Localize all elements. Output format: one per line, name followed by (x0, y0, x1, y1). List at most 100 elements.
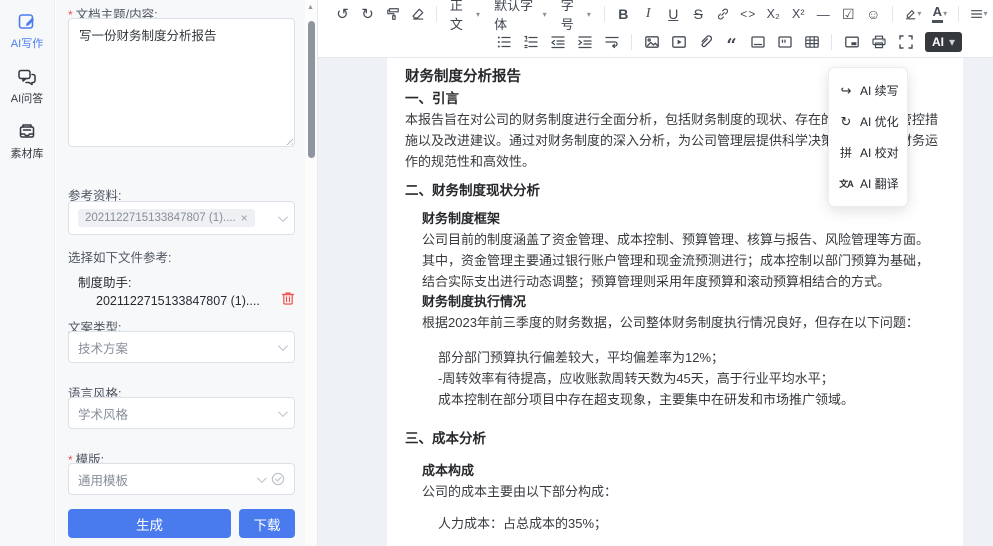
editor-toolbar: ↺ ↻ 正文▾ 默认字体▾ (318, 0, 993, 58)
menu-item-ai-continue[interactable]: ↪ AI 续写 (835, 75, 901, 106)
chevron-down-icon (257, 473, 267, 483)
undo-icon[interactable]: ↺ (334, 3, 352, 25)
chevron-down-icon (278, 407, 288, 417)
video-icon[interactable] (669, 31, 689, 53)
trash-icon (281, 291, 295, 306)
outdent-icon[interactable] (548, 31, 568, 53)
write-icon (17, 12, 37, 32)
embed-icon[interactable] (842, 31, 862, 53)
doc-paragraph-line: 公司的成本主要由以下部分构成： (422, 481, 945, 502)
copy-type-select[interactable]: 技术方案 (68, 331, 295, 363)
file-group-label: 制度助手: (78, 272, 295, 291)
highlight-pen-icon[interactable]: ▾ (902, 3, 923, 25)
doc-list-item: 成本控制在部分项目中存在超支现象，主要集中在研发和市场推广领域。 (438, 389, 945, 410)
reference-file-name: 2021122715133847807 (1).... (68, 294, 281, 308)
chevron-down-icon (278, 341, 288, 351)
italic-button[interactable]: I (639, 3, 657, 25)
doc-heading-framework: 财务制度框架 (422, 209, 945, 229)
editor-area: ↺ ↻ 正文▾ 默认字体▾ (318, 0, 993, 546)
bold-button[interactable]: B (614, 3, 632, 25)
panel-scrollbar: ▲ (305, 0, 318, 546)
sidebar-item-ai-writing[interactable]: AI写作 (0, 12, 54, 51)
indent-icon[interactable] (575, 31, 595, 53)
font-color-icon[interactable]: A▾ (930, 3, 948, 25)
reference-select[interactable]: 2021122715133847807 (1).... × (68, 201, 295, 235)
doc-list-item: 人力成本：占总成本的35%； (438, 513, 945, 534)
inline-code-button[interactable]: <> (739, 3, 757, 25)
scrollbar-thumb[interactable] (308, 21, 315, 158)
language-style-select[interactable]: 学术风格 (68, 397, 295, 429)
doc-heading-cost-structure: 成本构成 (422, 461, 945, 481)
blockquote-icon[interactable]: “ (723, 31, 741, 53)
superscript-button[interactable]: X² (789, 3, 807, 25)
app-root: AI写作 AI问答 素材库 *文档主题/内容: 写一份财务制度分析报 (0, 0, 993, 546)
code-block-icon[interactable] (775, 31, 795, 53)
chevron-down-icon (278, 212, 288, 222)
sidebar-item-label: AI问答 (11, 90, 43, 106)
ai-proofread-icon: 拼 (838, 144, 854, 161)
todo-checkbox-icon[interactable]: ☑ (839, 3, 857, 25)
caret-down-icon: ▾ (587, 10, 591, 19)
subscript-button[interactable]: X₂ (764, 3, 782, 25)
sidebar-item-label: 素材库 (11, 145, 44, 161)
caret-down-icon: ▾ (943, 10, 947, 18)
emoji-icon[interactable]: ☺ (864, 3, 882, 25)
menu-item-ai-proofread[interactable]: 拼 AI 校对 (835, 137, 901, 168)
doc-paragraph-line: 公司目前的制度涵盖了资金管理、成本控制、预算管理、核算与报告、风险管理等方面。 (422, 229, 945, 250)
sidebar-item-library[interactable]: 素材库 (0, 122, 54, 161)
print-icon[interactable] (869, 31, 889, 53)
chat-icon (17, 67, 37, 87)
divider-block-icon[interactable] (748, 31, 768, 53)
ordered-list-icon[interactable] (521, 31, 541, 53)
doc-heading-cost: 三、成本分析 (405, 428, 945, 449)
paragraph-style-dropdown[interactable]: 正文▾ (450, 0, 480, 33)
doc-paragraph-line: 根据2023年前三季度的财务数据，公司整体财务制度执行情况良好，但存在以下问题： (422, 312, 945, 333)
scroll-up-arrow[interactable]: ▲ (307, 4, 314, 11)
download-button[interactable]: 下载 (239, 509, 295, 538)
table-icon[interactable] (802, 31, 822, 53)
eraser-icon[interactable] (409, 3, 427, 25)
ai-optimize-icon: ↻ (838, 114, 854, 130)
redo-icon[interactable]: ↻ (359, 3, 377, 25)
template-select[interactable]: 通用模板 (68, 463, 295, 495)
nav-rail: AI写作 AI问答 素材库 (0, 0, 55, 546)
caret-down-icon: ▾ (949, 35, 955, 49)
horizontal-rule-icon[interactable]: — (814, 3, 832, 25)
image-icon[interactable] (642, 31, 662, 53)
font-size-dropdown[interactable]: 字号▾ (561, 0, 591, 33)
menu-item-ai-translate[interactable]: 文A AI 翻译 (835, 168, 901, 199)
doc-heading-execution: 财务制度执行情况 (422, 292, 945, 312)
font-family-dropdown[interactable]: 默认字体▾ (494, 0, 547, 33)
ai-continue-icon: ↪ (838, 83, 854, 99)
caret-down-icon: ▾ (476, 10, 480, 19)
delete-file-button[interactable] (281, 291, 295, 311)
fullscreen-icon[interactable] (896, 31, 916, 53)
attachment-icon[interactable] (696, 31, 716, 53)
ai-dropdown-button[interactable]: AI▾ (925, 32, 962, 52)
caret-down-icon: ▾ (543, 10, 547, 19)
first-line-indent-icon[interactable] (602, 31, 622, 53)
file-section-label: 选择如下文件参考: (68, 247, 295, 266)
menu-item-ai-optimize[interactable]: ↻ AI 优化 (835, 106, 901, 137)
format-painter-icon[interactable] (384, 3, 402, 25)
validated-check-icon (271, 472, 285, 486)
topic-input[interactable]: 写一份财务制度分析报告 (68, 18, 295, 147)
writing-settings-panel: *文档主题/内容: 写一份财务制度分析报告 参考资料: 202112271513… (56, 0, 305, 546)
ai-dropdown-menu: ↪ AI 续写 ↻ AI 优化 拼 AI 校对 文A AI 翻译 (828, 67, 908, 207)
doc-paragraph-line: 其中，资金管理主要通过银行账户管理和现金流预测进行；成本控制以部门预算为基础， (422, 250, 945, 271)
editor-canvas: 财务制度分析报告 一、引言 本报告旨在对公司的财务制度进行全面分析，包括财务制度… (318, 58, 993, 546)
doc-paragraph-line: 结合实际支出进行动态调整；预算管理则采用年度预算和滚动预算相结合的方式。 (422, 271, 945, 292)
tag-remove-icon[interactable]: × (241, 212, 248, 224)
sidebar-item-ai-qa[interactable]: AI问答 (0, 67, 54, 106)
align-icon[interactable]: ▾ (968, 3, 989, 25)
caret-down-icon: ▾ (917, 10, 921, 18)
bullet-list-icon[interactable] (494, 31, 514, 53)
underline-button[interactable]: U (664, 3, 682, 25)
reference-tag: 2021122715133847807 (1).... × (78, 209, 255, 227)
doc-list-item: -周转效率有待提高，应收账款周转天数为45天，高于行业平均水平； (438, 368, 945, 389)
strikethrough-button[interactable]: S (689, 3, 707, 25)
sidebar-item-label: AI写作 (11, 35, 43, 51)
link-icon[interactable] (714, 3, 732, 25)
generate-button[interactable]: 生成 (68, 509, 231, 538)
library-icon (17, 122, 37, 142)
